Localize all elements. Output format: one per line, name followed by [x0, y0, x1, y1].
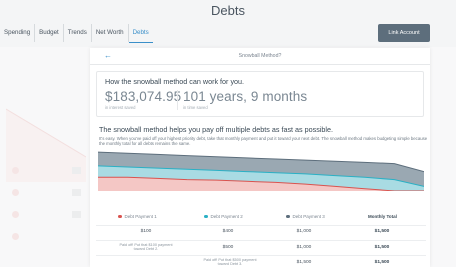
page-title: Debts — [211, 3, 245, 18]
modal-title: Snowball Method? — [238, 53, 282, 59]
link-account-button[interactable]: Link Account — [378, 24, 430, 42]
explanation: The snowball method helps you pay off mu… — [99, 125, 427, 147]
table-header: Debt Payment 1 Debt Payment 2 Debt Payme… — [96, 214, 426, 223]
interest-saved-value: $183,074.95 — [105, 89, 182, 104]
snowball-chart — [98, 151, 424, 191]
row-2-debt-2: $500 — [222, 245, 234, 250]
time-saved-label: in time saved — [183, 105, 208, 110]
divider — [177, 90, 178, 110]
debt-3-dot-icon — [286, 214, 290, 219]
legend-debt-1: Debt Payment 1 — [118, 214, 157, 219]
explanation-body: It's easy. When you've paid off your hig… — [99, 136, 428, 147]
snowball-modal: ← Snowball Method? How the snowball meth… — [90, 48, 430, 267]
interest-saved-label: in interest saved — [105, 105, 136, 110]
debt-1-dot-icon — [118, 214, 122, 219]
table-row: Paid off! Put that $500 payment toward D… — [96, 255, 426, 267]
row-2-debt-1: Paid off! Put that $100 payment toward D… — [119, 243, 173, 252]
row-3-debt-2: Paid off! Put that $500 payment toward D… — [203, 258, 257, 267]
legend-debt-1-label: Debt Payment 1 — [124, 214, 157, 219]
modal-header: ← Snowball Method? — [90, 48, 430, 65]
legend-debt-3: Debt Payment 3 — [286, 214, 325, 219]
debt-2-dot-icon — [204, 214, 208, 219]
savings-summary: How the snowball method can work for you… — [96, 71, 424, 117]
savings-headline: How the snowball method can work for you… — [105, 77, 245, 86]
tab-debts[interactable]: Debts — [128, 24, 153, 43]
tab-net-worth[interactable]: Net Worth — [92, 24, 129, 42]
legend-debt-2: Debt Payment 2 — [204, 214, 243, 219]
monthly-total-header: Monthly Total — [368, 214, 397, 219]
row-1-debt-1: $100 — [140, 229, 152, 234]
row-1-debt-2: $400 — [222, 229, 234, 234]
tab-spending[interactable]: Spending — [0, 24, 36, 42]
row-2-total: $1,500 — [374, 245, 390, 250]
interest-saved: $183,074.95 in interest saved — [105, 89, 181, 110]
table-row: $100 $400 $1,000 $1,500 — [96, 225, 426, 239]
back-arrow-icon[interactable]: ← — [104, 51, 112, 60]
time-saved-value: 101 years, 9 months — [183, 89, 308, 104]
row-3-total: $1,500 — [374, 260, 390, 265]
row-3-debt-3: $1,500 — [296, 260, 312, 265]
tab-trends[interactable]: Trends — [64, 24, 92, 42]
time-saved: 101 years, 9 months in time saved — [183, 89, 307, 110]
table-row: Paid off! Put that $100 payment toward D… — [96, 240, 426, 254]
explanation-title: The snowball method helps you pay off mu… — [99, 125, 333, 134]
row-1-total: $1,500 — [374, 229, 390, 234]
legend-debt-2-label: Debt Payment 2 — [210, 214, 243, 219]
row-2-debt-3: $1,000 — [296, 245, 312, 250]
top-nav: Spending Budget Trends Net Worth Debts — [0, 24, 153, 44]
tab-budget[interactable]: Budget — [35, 24, 64, 42]
row-1-debt-3: $1,000 — [296, 229, 312, 234]
legend-debt-3-label: Debt Payment 3 — [292, 214, 325, 219]
